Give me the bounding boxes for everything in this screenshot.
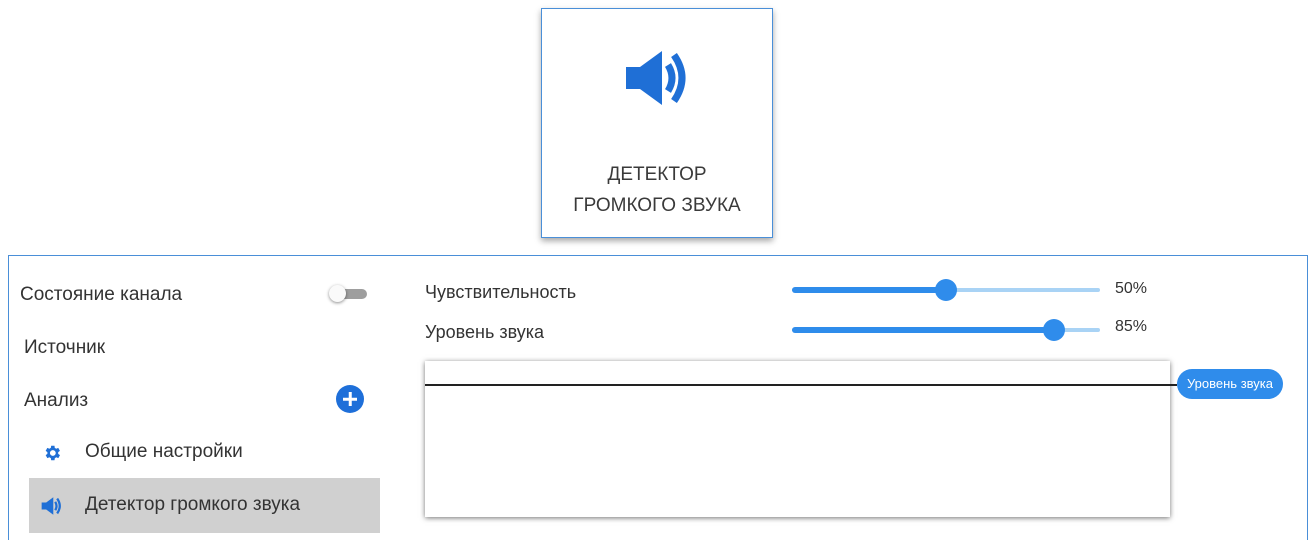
sound-level-badge: Уровень звука xyxy=(1177,369,1283,399)
tile-title-line-2: ГРОМКОГО ЗВУКА xyxy=(573,195,741,216)
sensitivity-value: 50% xyxy=(1115,280,1148,297)
sound-level-slider[interactable] xyxy=(792,318,1100,342)
channel-state-label: Состояние канала xyxy=(20,284,183,305)
slider-thumb[interactable] xyxy=(935,279,957,301)
toggle-knob xyxy=(329,285,346,302)
add-analysis-button[interactable] xyxy=(336,385,364,413)
sound-level-value: 85% xyxy=(1115,318,1148,335)
sidebar-item-source[interactable]: Источник xyxy=(24,337,105,359)
sidebar-item-label: Общие настройки xyxy=(85,441,243,462)
sensitivity-slider[interactable] xyxy=(792,278,1100,302)
sound-level-threshold-line xyxy=(425,384,1177,386)
slider-thumb[interactable] xyxy=(1042,319,1065,341)
sidebar-item-label: Детектор громкого звука xyxy=(85,494,301,515)
loud-sound-detector-tile[interactable]: ДЕТЕКТОР ГРОМКОГО ЗВУКА xyxy=(541,8,773,238)
slider-fill xyxy=(792,287,946,293)
tile-title: ДЕТЕКТОР ГРОМКОГО ЗВУКА xyxy=(542,159,772,221)
gear-icon xyxy=(45,445,60,461)
sound-level-label: Уровень звука xyxy=(425,322,545,342)
sidebar-item-loud-sound-detector[interactable]: Детектор громкого звука xyxy=(29,478,380,533)
speaker-icon xyxy=(626,51,686,105)
sidebar-item-analysis[interactable]: Анализ xyxy=(24,390,88,412)
channel-state-toggle[interactable] xyxy=(329,285,367,303)
sensitivity-label: Чувствительность xyxy=(425,282,577,302)
settings-panel: Состояние канала Источник Анализ Общие н… xyxy=(8,255,1308,540)
sound-level-graph xyxy=(425,361,1177,517)
slider-fill xyxy=(792,327,1054,333)
speaker-icon xyxy=(41,497,61,515)
tile-title-line-1: ДЕТЕКТОР xyxy=(607,164,707,185)
sidebar-item-general-settings[interactable]: Общие настройки xyxy=(29,425,380,480)
